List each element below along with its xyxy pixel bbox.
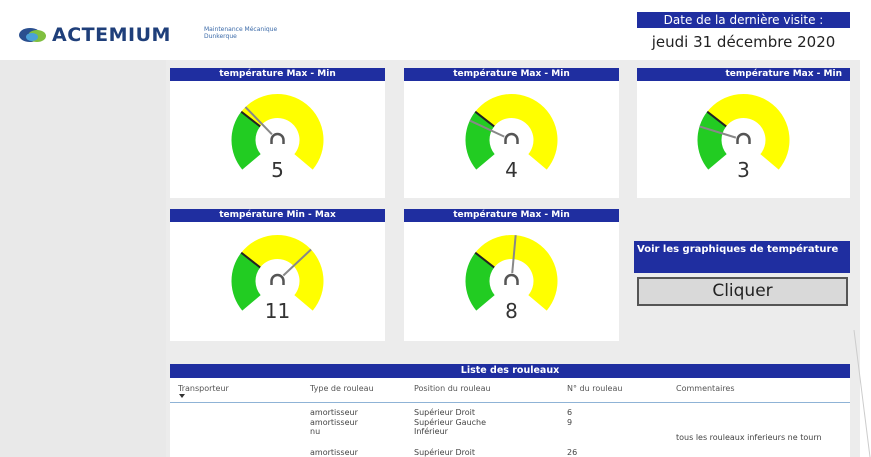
logo: ACTEMIUM (18, 24, 171, 46)
gauge-hub-icon (270, 273, 285, 285)
column-header-position[interactable]: Position du rouleau (414, 384, 491, 393)
gauge-card-1: température Max - Min 5 (170, 68, 385, 198)
header-divider (170, 402, 850, 403)
table-cell: amortisseur (310, 448, 358, 457)
company-subtitle: Maintenance Mécanique Dunkerque (204, 26, 277, 40)
gauge-title: température Max - Min (404, 68, 619, 81)
left-panel (0, 60, 166, 457)
gauge-card-4: température Min - Max 11 (170, 209, 385, 341)
gauge-card-3: température Max - Min 3 (637, 68, 850, 198)
page-curl-decoration (853, 330, 871, 457)
table-cell: Inférieur (414, 427, 448, 436)
cliquer-button[interactable]: Cliquer (637, 277, 848, 306)
gauge-card-2: température Max - Min 4 (404, 68, 619, 198)
logo-mark-icon (18, 25, 48, 45)
table-cell: 9 (567, 418, 573, 427)
last-visit-date: jeudi 31 décembre 2020 (651, 33, 836, 51)
table-title: Liste des rouleaux (170, 364, 850, 378)
gauge-title: température Max - Min (404, 209, 619, 222)
dashboard-canvas: ACTEMIUM Maintenance Mécanique Dunkerque… (0, 0, 871, 457)
gauge-hub-icon (504, 132, 519, 144)
gauge-value: 4 (505, 158, 518, 182)
table-cell: 6 (567, 408, 573, 417)
subtitle-line-1: Maintenance Mécanique (204, 26, 278, 33)
table-cell: Supérieur Droit (414, 408, 476, 417)
table-cell: amortisseur (310, 418, 358, 427)
gauge-hub-icon (270, 132, 285, 144)
sort-arrow-icon[interactable] (179, 394, 185, 398)
gauge-hub-icon (736, 132, 751, 144)
table-cell: amortisseur (310, 408, 358, 417)
gauge-hub-icon (504, 273, 519, 285)
column-header-commentaires[interactable]: Commentaires (676, 384, 735, 393)
subtitle-line-2: Dunkerque (204, 33, 237, 40)
gauge-value: 3 (737, 158, 750, 182)
gauge-title: température Max - Min (637, 68, 850, 81)
gauge-value: 11 (264, 299, 291, 323)
column-header-transporteur[interactable]: Transporteur (178, 384, 229, 393)
gauge-title: température Min - Max (170, 209, 385, 222)
column-header-type[interactable]: Type de rouleau (310, 384, 374, 393)
temperature-charts-title: Voir les graphiques de température (634, 241, 850, 273)
logo-text: ACTEMIUM (52, 24, 171, 46)
gauge-card-5: température Max - Min 8 (404, 209, 619, 341)
table-cell: 26 (567, 448, 578, 457)
gauge-value: 8 (505, 299, 518, 323)
table-cell: Supérieur Gauche (414, 418, 487, 427)
gauge-title: température Max - Min (170, 68, 385, 81)
last-visit-title: Date de la dernière visite : (637, 12, 850, 28)
gauge-value: 5 (271, 158, 284, 182)
rollers-table: Liste des rouleaux Transporteur Type de … (170, 364, 850, 457)
table-cell: nu (310, 427, 321, 436)
table-cell: Supérieur Droit (414, 448, 476, 457)
table-cell: tous les rouleaux inferieurs ne tourn (676, 433, 822, 442)
column-header-numero[interactable]: N° du rouleau (567, 384, 622, 393)
